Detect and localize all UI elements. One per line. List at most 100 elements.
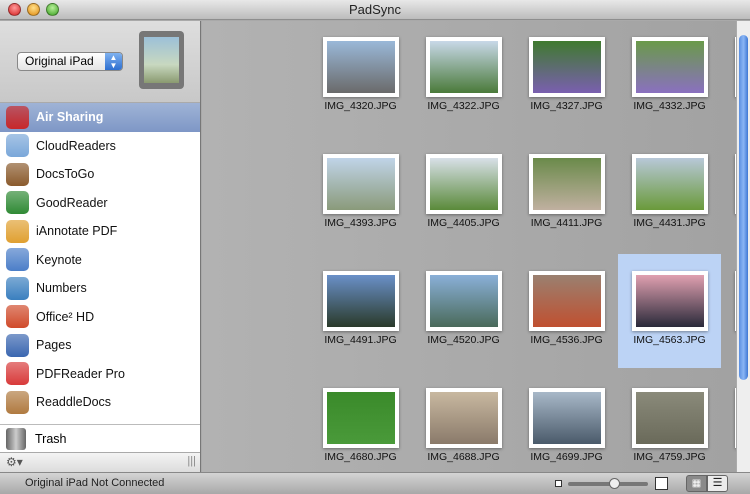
- photo-thumbnail: [426, 271, 502, 331]
- file-name: IMG_4362.JPG: [721, 100, 736, 112]
- window-title: PadSync: [348, 2, 402, 17]
- file-name: IMG_4775.JPG: [721, 451, 736, 463]
- zoom-button[interactable]: [46, 3, 59, 16]
- file-name: IMG_4759.JPG: [633, 451, 706, 463]
- file-item[interactable]: IMG_4322.JPG: [412, 21, 515, 134]
- file-item[interactable]: IMG_4759.JPG: [618, 371, 721, 472]
- file-item[interactable]: IMG_4536.JPG: [515, 254, 618, 368]
- app-label: Air Sharing: [36, 110, 104, 125]
- sidebar-item-app[interactable]: Keynote: [0, 246, 200, 275]
- app-label: CloudReaders: [36, 138, 116, 153]
- sidebar-item-app[interactable]: Numbers: [0, 274, 200, 303]
- resize-handle[interactable]: |||: [187, 455, 196, 467]
- file-item[interactable]: IMG_4775.JPG: [721, 371, 736, 472]
- photo-thumbnail: [529, 154, 605, 214]
- photo-thumbnail: [529, 37, 605, 97]
- file-item[interactable]: IMG_4490.JPG: [721, 137, 736, 251]
- photo-thumbnail: [632, 388, 708, 448]
- file-name: IMG_4320.JPG: [324, 100, 397, 112]
- close-button[interactable]: [8, 3, 21, 16]
- app-icon: [6, 390, 29, 414]
- file-item[interactable]: IMG_4680.JPG: [309, 371, 412, 472]
- photo-thumbnail: [323, 154, 399, 214]
- sidebar-item-app[interactable]: GoodReader: [0, 189, 200, 218]
- app-icon: [6, 276, 29, 300]
- file-name: IMG_4332.JPG: [633, 100, 706, 112]
- app-icon: [6, 305, 29, 329]
- sidebar-item-app[interactable]: CloudReaders: [0, 132, 200, 161]
- app-label: DocsToGo: [36, 167, 95, 182]
- gear-menu-icon[interactable]: ⚙▾: [6, 455, 23, 469]
- file-name: IMG_4491.JPG: [324, 334, 397, 346]
- status-bar: Original iPad Not Connected ▦ ☰: [0, 472, 750, 494]
- photo-thumbnail: [632, 37, 708, 97]
- small-thumb-icon: [555, 480, 562, 487]
- slider-knob[interactable]: [608, 478, 620, 489]
- file-name: IMG_4405.JPG: [427, 217, 500, 229]
- list-view-button[interactable]: ☰: [707, 475, 728, 492]
- app-label: GoodReader: [36, 195, 108, 210]
- file-name: IMG_4520.JPG: [427, 334, 500, 346]
- file-item[interactable]: IMG_4431.JPG: [618, 137, 721, 251]
- vertical-scrollbar[interactable]: [736, 21, 750, 472]
- trash-label: Trash: [35, 431, 67, 446]
- app-label: PDFReader Pro: [36, 366, 125, 381]
- file-item[interactable]: IMG_4688.JPG: [412, 371, 515, 472]
- sidebar-item-app[interactable]: Pages: [0, 331, 200, 360]
- photo-thumbnail: [426, 154, 502, 214]
- app-icon: [6, 248, 29, 272]
- file-item[interactable]: IMG_4411.JPG: [515, 137, 618, 251]
- photo-thumbnail: [529, 388, 605, 448]
- file-item[interactable]: IMG_4362.JPG: [721, 21, 736, 134]
- photo-thumbnail: [632, 154, 708, 214]
- title-bar: PadSync: [0, 0, 750, 20]
- sidebar-toolbar: ⚙▾ |||: [0, 452, 200, 472]
- device-select-value: Original iPad: [25, 54, 94, 68]
- app-icon: [6, 105, 29, 129]
- file-item[interactable]: IMG_4491.JPG: [309, 254, 412, 368]
- file-name: IMG_4322.JPG: [427, 100, 500, 112]
- file-item[interactable]: IMG_4520.JPG: [412, 254, 515, 368]
- app-label: ReaddleDocs: [36, 395, 112, 410]
- file-grid: IMG_4320.JPG IMG_4322.JPG IMG_4327.JPG IMG_…: [202, 21, 736, 472]
- sidebar-item-app[interactable]: Air Sharing: [0, 103, 200, 132]
- file-item[interactable]: IMG_4656.JPG: [721, 254, 736, 368]
- minimize-button[interactable]: [27, 3, 40, 16]
- file-name: IMG_4563.JPG: [633, 334, 706, 346]
- file-name: IMG_4327.JPG: [530, 100, 603, 112]
- app-list: Air Sharing CloudReaders DocsToGo GoodReade…: [0, 103, 200, 417]
- file-name: IMG_4393.JPG: [324, 217, 397, 229]
- grid-view-button[interactable]: ▦: [686, 475, 707, 492]
- photo-thumbnail: [632, 271, 708, 331]
- sidebar-item-app[interactable]: ReaddleDocs: [0, 388, 200, 417]
- app-label: Pages: [36, 338, 72, 353]
- file-item[interactable]: IMG_4563.JPG: [618, 254, 721, 368]
- device-header: Original iPad ▲ ▼: [0, 21, 200, 103]
- photo-thumbnail: [426, 37, 502, 97]
- file-item[interactable]: IMG_4699.JPG: [515, 371, 618, 472]
- file-item[interactable]: IMG_4320.JPG: [309, 21, 412, 134]
- file-item[interactable]: IMG_4327.JPG: [515, 21, 618, 134]
- thumbnail-size-slider[interactable]: [568, 478, 648, 489]
- app-icon: [6, 134, 29, 158]
- photo-thumbnail: [426, 388, 502, 448]
- file-item[interactable]: IMG_4393.JPG: [309, 137, 412, 251]
- file-name: IMG_4490.JPG: [721, 217, 736, 229]
- sidebar-item-app[interactable]: iAnnotate PDF: [0, 217, 200, 246]
- sidebar-item-trash[interactable]: Trash: [0, 424, 200, 452]
- photo-thumbnail: [323, 388, 399, 448]
- sidebar-item-app[interactable]: Office² HD: [0, 303, 200, 332]
- trash-icon: [6, 427, 26, 450]
- photo-thumbnail: [323, 271, 399, 331]
- updown-arrows-icon: ▲ ▼: [105, 53, 122, 70]
- file-item[interactable]: IMG_4332.JPG: [618, 21, 721, 134]
- file-item[interactable]: IMG_4405.JPG: [412, 137, 515, 251]
- sidebar-item-app[interactable]: DocsToGo: [0, 160, 200, 189]
- file-name: IMG_4688.JPG: [427, 451, 500, 463]
- device-select[interactable]: Original iPad ▲ ▼: [17, 52, 123, 71]
- connection-status: Original iPad Not Connected: [25, 477, 165, 489]
- scroll-thumb[interactable]: [739, 35, 748, 380]
- sidebar-item-app[interactable]: PDFReader Pro: [0, 360, 200, 389]
- app-label: Numbers: [36, 281, 87, 296]
- app-label: iAnnotate PDF: [36, 224, 118, 239]
